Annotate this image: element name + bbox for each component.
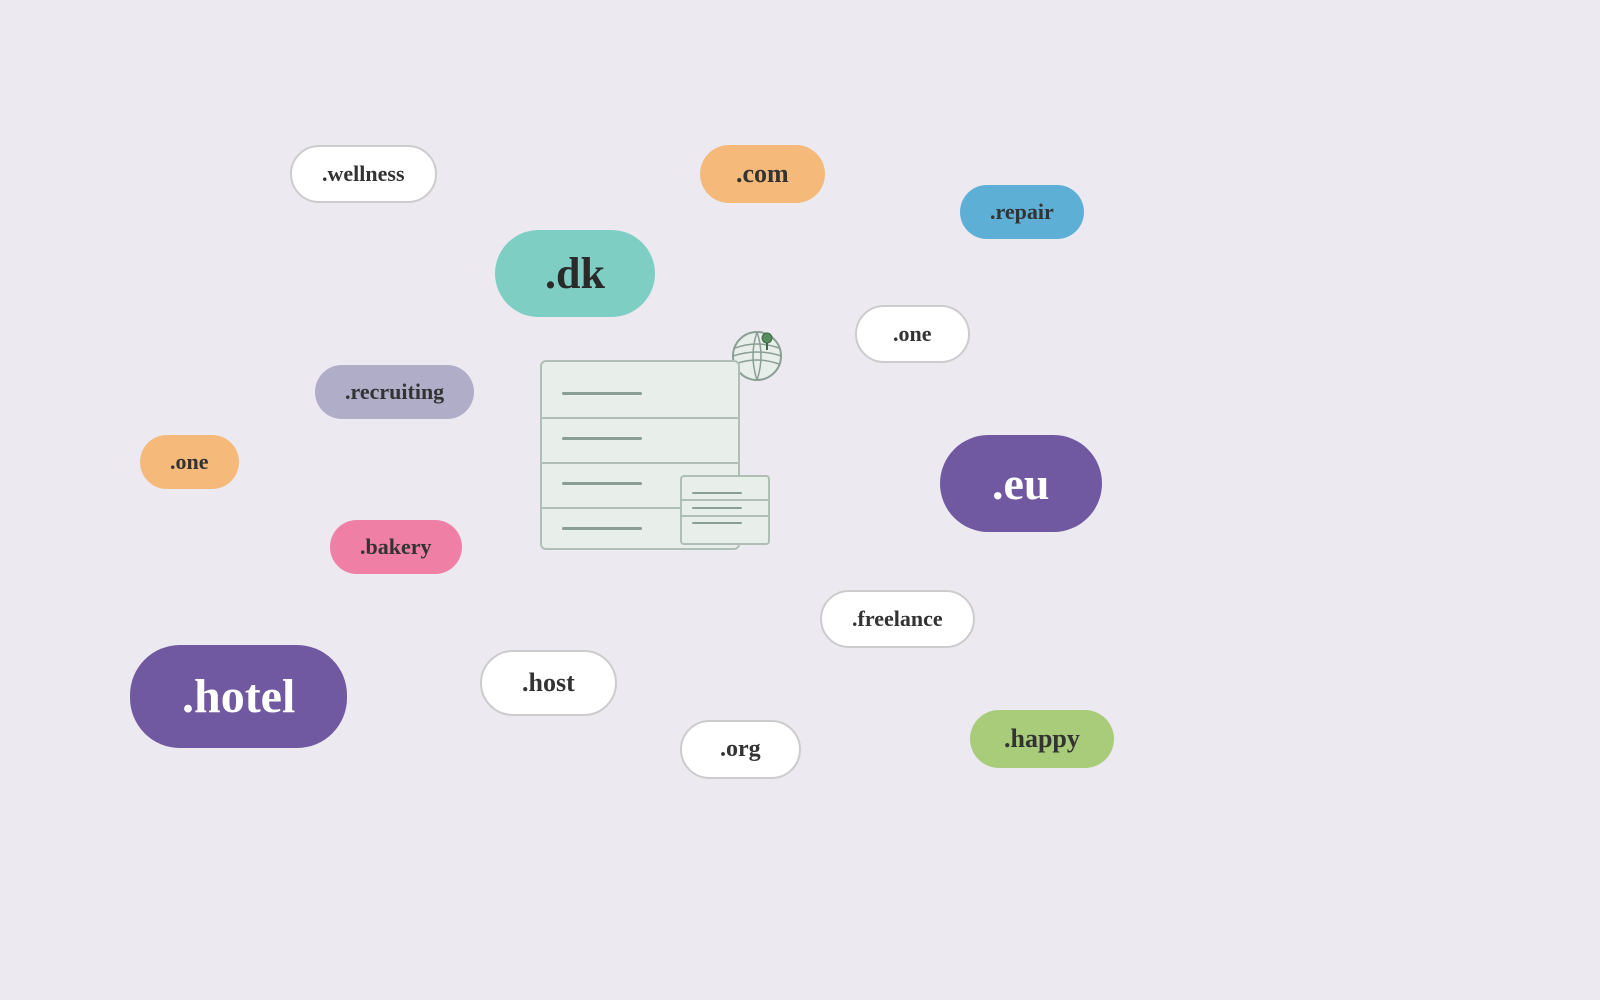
tag-freelance[interactable]: .freelance <box>820 590 975 648</box>
tag-com[interactable]: .com <box>700 145 825 203</box>
tag-label-one-orange: .one <box>170 449 209 475</box>
tag-label-host: .host <box>522 668 575 698</box>
tag-label-hotel: .hotel <box>182 669 295 724</box>
tag-bakery[interactable]: .bakery <box>330 520 462 574</box>
tag-label-happy: .happy <box>1004 724 1080 754</box>
tag-label-freelance: .freelance <box>852 606 943 632</box>
tag-happy[interactable]: .happy <box>970 710 1114 768</box>
tag-label-eu: .eu <box>992 457 1050 510</box>
tag-one-orange[interactable]: .one <box>140 435 239 489</box>
tag-label-org: .org <box>720 736 761 763</box>
tag-one-white[interactable]: .one <box>855 305 970 363</box>
tag-repair[interactable]: .repair <box>960 185 1084 239</box>
tag-eu[interactable]: .eu <box>940 435 1102 532</box>
tag-wellness[interactable]: .wellness <box>290 145 437 203</box>
tag-host[interactable]: .host <box>480 650 617 716</box>
tag-hotel[interactable]: .hotel <box>130 645 347 748</box>
tag-label-dk: .dk <box>545 248 605 299</box>
tag-recruiting[interactable]: .recruiting <box>315 365 474 419</box>
tag-label-one-white: .one <box>893 321 932 347</box>
tag-label-repair: .repair <box>990 199 1054 225</box>
tag-label-com: .com <box>736 159 789 189</box>
tag-dk[interactable]: .dk <box>495 230 655 317</box>
tag-org[interactable]: .org <box>680 720 801 779</box>
server-small <box>680 475 770 545</box>
tag-label-recruiting: .recruiting <box>345 379 444 405</box>
tag-label-wellness: .wellness <box>322 161 405 187</box>
server-illustration <box>540 320 800 560</box>
tag-label-bakery: .bakery <box>360 534 432 560</box>
